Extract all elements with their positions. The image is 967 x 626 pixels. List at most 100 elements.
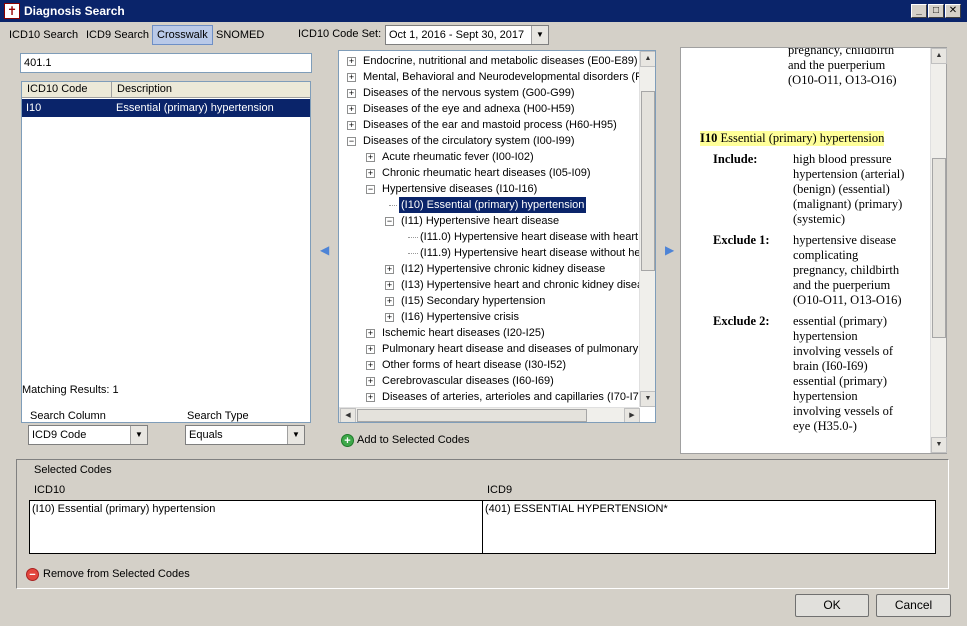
add-to-selected-button[interactable]: + Add to Selected Codes	[338, 430, 656, 452]
tree-node[interactable]: (I10) Essential (primary) hypertension	[339, 196, 639, 214]
tab-snomed[interactable]: SNOMED	[212, 25, 268, 45]
tree-node-label[interactable]: Ischemic heart diseases (I20-I25)	[380, 325, 547, 341]
scroll-up-icon[interactable]: ▲	[931, 48, 947, 64]
code-set-select[interactable]: Oct 1, 2016 - Sept 30, 2017 ▼	[385, 25, 549, 45]
tree-node[interactable]: + (I15) Secondary hypertension	[339, 293, 639, 309]
expand-icon[interactable]: +	[366, 169, 375, 178]
tree-horizontal-scrollbar[interactable]: ◀ ▶	[339, 407, 640, 422]
list-item[interactable]: (I10) Essential (primary) hypertension	[32, 503, 480, 515]
chevron-down-icon[interactable]: ▼	[130, 426, 147, 444]
tree-node[interactable]: + (I13) Hypertensive heart and chronic ki…	[339, 277, 649, 293]
tree-node-label[interactable]: (I11.0) Hypertensive heart disease with …	[418, 229, 652, 245]
tree-node[interactable]: (I11.0) Hypertensive heart disease with …	[339, 229, 650, 245]
expand-icon[interactable]: +	[366, 345, 375, 354]
collapse-icon[interactable]: −	[347, 137, 356, 146]
icd10-selected-list[interactable]: (I10) Essential (primary) hypertension	[29, 500, 483, 554]
maximize-button[interactable]: □	[928, 4, 944, 18]
tab-crosswalk[interactable]: Crosswalk	[152, 25, 213, 45]
tree-node[interactable]: + Chronic rheumatic heart diseases (I05-I…	[339, 165, 639, 181]
tree-node-label[interactable]: (I11) Hypertensive heart disease	[399, 213, 561, 229]
tree-node[interactable]: + (I12) Hypertensive chronic kidney disea…	[339, 261, 639, 277]
tree-node-label[interactable]: Mental, Behavioral and Neurodevelopmenta…	[361, 69, 655, 85]
expand-icon[interactable]: +	[347, 105, 356, 114]
list-item[interactable]: (401) ESSENTIAL HYPERTENSION*	[485, 503, 933, 515]
expand-icon[interactable]: +	[366, 329, 375, 338]
expand-icon[interactable]: +	[366, 393, 375, 402]
tree-node-label[interactable]: Hypertensive diseases (I10-I16)	[380, 181, 539, 197]
tree-node[interactable]: + Diseases of arteries, arterioles and ca…	[339, 389, 649, 405]
expand-right-icon[interactable]: ▶	[665, 243, 674, 257]
chevron-down-icon[interactable]: ▼	[287, 426, 304, 444]
detail-vertical-scrollbar[interactable]: ▲ ▼	[930, 48, 947, 453]
tree-node[interactable]: + Diseases of the eye and adnexa (H00-H59…	[339, 101, 639, 117]
expand-icon[interactable]: +	[366, 361, 375, 370]
title-bar[interactable]: ✝ Diagnosis Search _ □ ✕	[0, 0, 967, 22]
scroll-up-icon[interactable]: ▲	[640, 51, 655, 67]
scroll-left-icon[interactable]: ◀	[340, 408, 356, 422]
expand-icon[interactable]: +	[366, 153, 375, 162]
tree-node[interactable]: + Diseases of the nervous system (G00-G99…	[339, 85, 639, 101]
tree-node-label[interactable]: Other forms of heart disease (I30-I52)	[380, 357, 568, 373]
h-scroll-thumb[interactable]	[357, 409, 587, 422]
expand-icon[interactable]: +	[347, 57, 356, 66]
tree-node-label[interactable]: Acute rheumatic fever (I00-I02)	[380, 149, 536, 165]
tree-node[interactable]: + Pulmonary heart disease and diseases of…	[339, 341, 653, 357]
expand-icon[interactable]: +	[385, 313, 394, 322]
table-row[interactable]: I10 Essential (primary) hypertension	[22, 99, 310, 117]
tree-node[interactable]: + Ischemic heart diseases (I20-I25)	[339, 325, 639, 341]
tree-node-label[interactable]: Cerebrovascular diseases (I60-I69)	[380, 373, 556, 389]
ok-button[interactable]: OK	[795, 594, 869, 617]
detail-scroll-thumb[interactable]	[932, 158, 946, 338]
tree-vertical-scrollbar[interactable]: ▲ ▼	[639, 51, 655, 407]
tree-node-label[interactable]: Endocrine, nutritional and metabolic dis…	[361, 53, 640, 69]
scroll-down-icon[interactable]: ▼	[640, 391, 655, 407]
expand-icon[interactable]: +	[347, 121, 356, 130]
tree-node-label[interactable]: Diseases of the circulatory system (I00-…	[361, 133, 577, 149]
tree-node-label[interactable]: (I10) Essential (primary) hypertension	[397, 196, 588, 214]
expand-icon[interactable]: +	[366, 377, 375, 386]
tree-node[interactable]: + Endocrine, nutritional and metabolic di…	[339, 53, 639, 69]
scroll-right-icon[interactable]: ▶	[624, 408, 640, 422]
scroll-down-icon[interactable]: ▼	[931, 437, 947, 453]
scroll-thumb[interactable]	[641, 91, 655, 271]
tab-icd10-search[interactable]: ICD10 Search	[5, 25, 82, 45]
expand-icon[interactable]: +	[347, 73, 356, 82]
collapse-icon[interactable]: −	[366, 185, 375, 194]
tree-node[interactable]: + Other forms of heart disease (I30-I52)	[339, 357, 639, 373]
expand-icon[interactable]: +	[385, 297, 394, 306]
tree-node[interactable]: (I11.9) Hypertensive heart disease witho…	[339, 245, 647, 261]
tree-node-label[interactable]: Pulmonary heart disease and diseases of …	[380, 341, 655, 357]
expand-icon[interactable]: +	[385, 281, 394, 290]
minimize-button[interactable]: _	[911, 4, 927, 18]
tree-node-label[interactable]: Diseases of the nervous system (G00-G99)	[361, 85, 577, 101]
collapse-icon[interactable]: −	[385, 217, 394, 226]
icd9-selected-list[interactable]: (401) ESSENTIAL HYPERTENSION*	[482, 500, 936, 554]
tab-icd9-search[interactable]: ICD9 Search	[82, 25, 153, 45]
tree-node-label[interactable]: (I13) Hypertensive heart and chronic kid…	[399, 277, 651, 293]
tree-node-label[interactable]: Chronic rheumatic heart diseases (I05-I0…	[380, 165, 592, 181]
tree-node-label[interactable]: (I16) Hypertensive crisis	[399, 309, 521, 325]
close-button[interactable]: ✕	[945, 4, 961, 18]
tree-node[interactable]: + (I16) Hypertensive crisis	[339, 309, 639, 325]
tree-node-label[interactable]: (I11.9) Hypertensive heart disease witho…	[418, 245, 649, 261]
remove-from-selected-button[interactable]: − Remove from Selected Codes	[25, 566, 245, 584]
tree-node-label[interactable]: Diseases of arteries, arterioles and cap…	[380, 389, 651, 405]
chevron-down-icon[interactable]: ▼	[531, 26, 548, 44]
tree-node[interactable]: + Diseases of the ear and mastoid process…	[339, 117, 639, 133]
tree-node[interactable]: + Acute rheumatic fever (I00-I02)	[339, 149, 639, 165]
tree-node[interactable]: − Diseases of the circulatory system (I00…	[339, 133, 639, 149]
code-tree[interactable]: + Endocrine, nutritional and metabolic di…	[338, 50, 656, 423]
column-header-code[interactable]: ICD10 Code	[22, 82, 112, 98]
tree-node[interactable]: + Cerebrovascular diseases (I60-I69)	[339, 373, 639, 389]
results-grid[interactable]: ICD10 Code Description I10 Essential (pr…	[21, 81, 311, 423]
search-column-select[interactable]: ICD9 Code ▼	[28, 425, 148, 445]
search-type-select[interactable]: Equals ▼	[185, 425, 305, 445]
tree-node[interactable]: − (I11) Hypertensive heart disease	[339, 213, 639, 229]
expand-icon[interactable]: +	[347, 89, 356, 98]
tree-node[interactable]: + Mental, Behavioral and Neurodevelopment…	[339, 69, 654, 85]
tree-node-label[interactable]: (I12) Hypertensive chronic kidney diseas…	[399, 261, 607, 277]
tree-node-label[interactable]: Diseases of the ear and mastoid process …	[361, 117, 619, 133]
search-input[interactable]	[20, 53, 312, 73]
expand-icon[interactable]: +	[385, 265, 394, 274]
tree-node[interactable]: − Hypertensive diseases (I10-I16)	[339, 181, 639, 197]
